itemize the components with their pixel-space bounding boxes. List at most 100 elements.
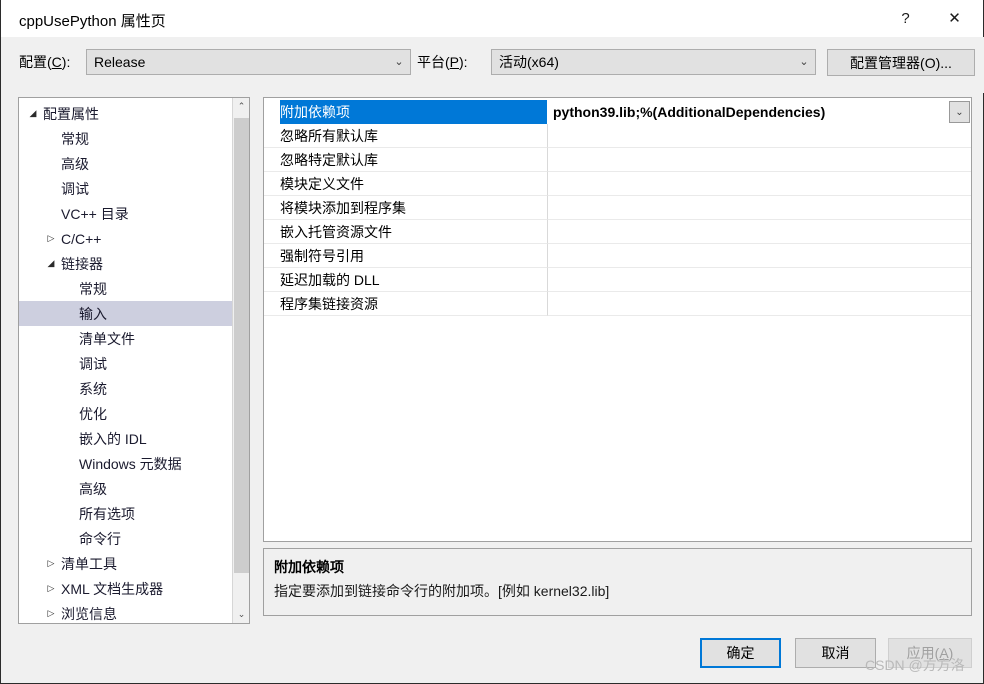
cancel-button[interactable]: 取消 [795, 638, 876, 668]
expander-expanded-icon[interactable]: ◢ [25, 109, 41, 118]
row-indent [264, 100, 280, 124]
description-title: 附加依赖项 [274, 559, 344, 575]
tree-item-label: 输入 [79, 305, 107, 322]
property-value[interactable] [547, 244, 971, 268]
configuration-select[interactable]: Release ⌄ [86, 49, 411, 75]
tree-scrollbar[interactable]: ⌃ ⌄ [232, 98, 249, 623]
tree-item[interactable]: 调试 [19, 351, 233, 376]
property-grid: 附加依赖项 python39.lib;%(AdditionalDependenci… [263, 97, 972, 542]
expander-collapsed-icon[interactable]: ▷ [43, 584, 59, 593]
property-value[interactable] [547, 220, 971, 244]
tree-item[interactable]: 命令行 [19, 526, 233, 551]
tree-item-label: 高级 [79, 480, 107, 497]
tree-item-label: 常规 [79, 280, 107, 297]
property-row[interactable]: 延迟加载的 DLL [264, 268, 971, 292]
tree-items: ◢ 配置属性 常规 高级 调试 VC++ 目录 ▷ C/C++ ◢ 链接器 常规 输入 清单文件 调试 系统… [19, 98, 233, 623]
tree-item-label: C/C++ [61, 230, 102, 247]
tree-item[interactable]: 常规 [19, 276, 233, 301]
tree-item-label: 命令行 [79, 530, 121, 547]
scrollbar-thumb[interactable] [234, 118, 249, 573]
scroll-up-icon[interactable]: ⌃ [233, 98, 249, 115]
property-row[interactable]: 忽略所有默认库 [264, 124, 971, 148]
tree-item[interactable]: ◢ 配置属性 [19, 101, 233, 126]
tree-item[interactable]: ▷ C/C++ [19, 226, 233, 251]
value-dropdown-button[interactable]: ⌄ [949, 101, 970, 123]
configuration-tree: ◢ 配置属性 常规 高级 调试 VC++ 目录 ▷ C/C++ ◢ 链接器 常规 输入 清单文件 调试 系统… [18, 97, 250, 624]
expander-collapsed-icon[interactable]: ▷ [43, 609, 59, 618]
tree-item-label: XML 文档生成器 [61, 580, 164, 597]
tree-item-label: 所有选项 [79, 505, 135, 522]
property-row[interactable]: 程序集链接资源 [264, 292, 971, 316]
property-value[interactable]: python39.lib;%(AdditionalDependencies) [547, 100, 971, 124]
title-bar: cppUsePython 属性页 ? ✕ [1, 0, 983, 37]
tree-item[interactable]: ◢ 链接器 [19, 251, 233, 276]
tree-item[interactable]: VC++ 目录 [19, 201, 233, 226]
apply-button[interactable]: 应用(A) [888, 638, 972, 668]
expander-collapsed-icon[interactable]: ▷ [43, 559, 59, 568]
tree-item[interactable]: 高级 [19, 151, 233, 176]
description-panel: 附加依赖项 指定要添加到链接命令行的附加项。[例如 kernel32.lib] [263, 548, 972, 616]
tree-item[interactable]: 嵌入的 IDL [19, 426, 233, 451]
property-pages-dialog: cppUsePython 属性页 ? ✕ 配置(C): Release ⌄ 平台… [0, 0, 984, 684]
property-name: 忽略特定默认库 [264, 148, 547, 172]
tree-item-label: 调试 [79, 355, 107, 372]
chevron-down-icon: ⌄ [799, 55, 809, 68]
tree-item[interactable]: 系统 [19, 376, 233, 401]
tree-item-label: Windows 元数据 [79, 455, 182, 472]
tree-item-label: 清单文件 [79, 330, 135, 347]
expander-collapsed-icon[interactable]: ▷ [43, 234, 59, 243]
close-icon: ✕ [948, 10, 961, 27]
property-name: 嵌入托管资源文件 [264, 220, 547, 244]
property-value[interactable] [547, 148, 971, 172]
configuration-label: 配置(C): [19, 54, 71, 70]
question-mark-icon: ? [901, 10, 910, 27]
tree-item[interactable]: 常规 [19, 126, 233, 151]
tree-item[interactable]: ▷ 清单工具 [19, 551, 233, 576]
ok-button[interactable]: 确定 [700, 638, 781, 668]
platform-label: 平台(P): [417, 54, 468, 70]
property-row[interactable]: 将模块添加到程序集 [264, 196, 971, 220]
tree-item-label: 常规 [61, 130, 89, 147]
close-button[interactable]: ✕ [932, 0, 977, 37]
scroll-down-icon[interactable]: ⌄ [233, 606, 249, 623]
tree-item[interactable]: 所有选项 [19, 501, 233, 526]
tree-item[interactable]: 高级 [19, 476, 233, 501]
expander-expanded-icon[interactable]: ◢ [43, 259, 59, 268]
configuration-manager-button[interactable]: 配置管理器(O)... [827, 49, 975, 76]
chevron-down-icon: ⌄ [955, 106, 964, 118]
help-button[interactable]: ? [883, 0, 928, 37]
property-value[interactable] [547, 172, 971, 196]
property-name: 模块定义文件 [264, 172, 547, 196]
tree-item[interactable]: ▷ 浏览信息 [19, 601, 233, 623]
property-row[interactable]: 模块定义文件 [264, 172, 971, 196]
tree-item-label: 高级 [61, 155, 89, 172]
tree-item-label: 调试 [61, 180, 89, 197]
property-name: 强制符号引用 [264, 244, 547, 268]
platform-select[interactable]: 活动(x64) ⌄ [491, 49, 816, 75]
property-row[interactable]: 强制符号引用 [264, 244, 971, 268]
property-value[interactable] [547, 124, 971, 148]
window-title: cppUsePython 属性页 [19, 13, 166, 30]
property-row[interactable]: 嵌入托管资源文件 [264, 220, 971, 244]
property-value[interactable] [547, 292, 971, 316]
configuration-bar: 配置(C): Release ⌄ 平台(P): 活动(x64) ⌄ 配置管理器(… [2, 37, 984, 93]
platform-value: 活动(x64) [499, 54, 559, 70]
property-value[interactable] [547, 268, 971, 292]
tree-item[interactable]: 调试 [19, 176, 233, 201]
property-row[interactable]: 忽略特定默认库 [264, 148, 971, 172]
tree-item[interactable]: ▷ XML 文档生成器 [19, 576, 233, 601]
property-value[interactable] [547, 196, 971, 220]
property-name: 将模块添加到程序集 [264, 196, 547, 220]
tree-item-label: 浏览信息 [61, 605, 117, 622]
tree-item-label: VC++ 目录 [61, 205, 129, 222]
property-row[interactable]: 附加依赖项 python39.lib;%(AdditionalDependenci… [264, 100, 971, 124]
tree-item[interactable]: Windows 元数据 [19, 451, 233, 476]
tree-item[interactable]: 清单文件 [19, 326, 233, 351]
tree-item-label: 嵌入的 IDL [79, 430, 147, 447]
tree-item-label: 系统 [79, 380, 107, 397]
property-name: 附加依赖项 [264, 100, 547, 124]
property-name: 延迟加载的 DLL [264, 268, 547, 292]
tree-item[interactable]: 输入 [19, 301, 233, 326]
tree-item[interactable]: 优化 [19, 401, 233, 426]
configuration-value: Release [94, 54, 146, 70]
